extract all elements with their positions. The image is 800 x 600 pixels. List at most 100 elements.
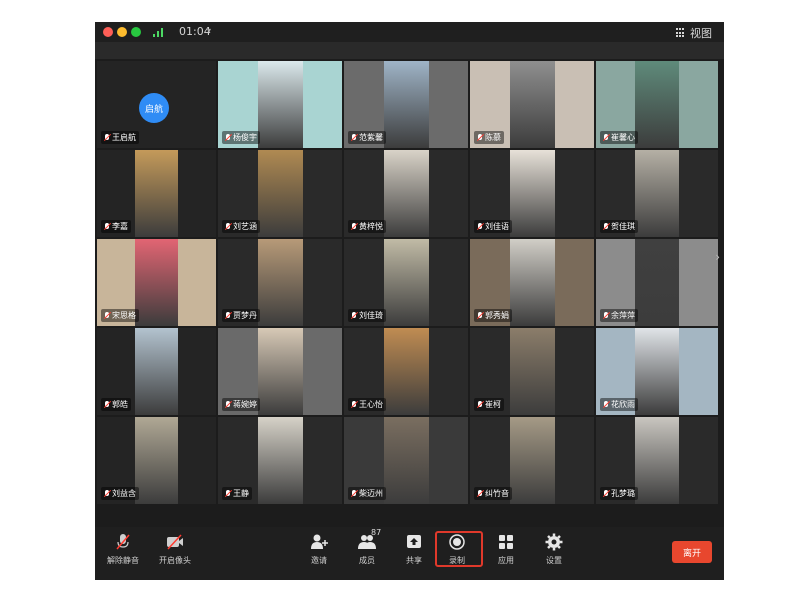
participant-name: 蒋婉婷 xyxy=(233,400,257,409)
muted-mic-icon xyxy=(225,133,231,142)
participant-tile[interactable]: 范紫馨 xyxy=(344,61,468,148)
participant-tile[interactable]: 启航 王启航 xyxy=(97,61,216,148)
meeting-timer[interactable]: 01:04 xyxy=(179,25,211,38)
participant-tile[interactable]: 余萍萍 xyxy=(596,239,718,326)
share-button[interactable]: 共享 xyxy=(404,532,424,566)
participant-tile[interactable]: 刘益含 xyxy=(97,417,216,504)
participant-name: 柴迈州 xyxy=(359,489,383,498)
leave-meeting-button[interactable]: 离开 xyxy=(672,541,712,563)
muted-mic-icon xyxy=(477,400,483,409)
record-button[interactable]: 录制 xyxy=(447,532,467,566)
participant-name-label: 范紫馨 xyxy=(348,131,386,144)
share-screen-icon xyxy=(404,532,424,552)
participant-tile[interactable]: 王静 xyxy=(218,417,342,504)
video-feed xyxy=(135,417,178,504)
participant-tile[interactable]: 刘佳琦 xyxy=(344,239,468,326)
muted-mic-icon xyxy=(104,311,110,320)
record-label: 录制 xyxy=(449,556,465,565)
participant-tile[interactable]: 崔馨心 xyxy=(596,61,718,148)
muted-mic-icon xyxy=(603,222,609,231)
chevron-down-icon[interactable]: ▾ xyxy=(207,26,211,35)
participant-name: 崔柯 xyxy=(485,400,501,409)
participant-tile[interactable]: 蒋婉婷 xyxy=(218,328,342,415)
participant-tile[interactable]: 贺佳琪 xyxy=(596,150,718,237)
muted-mic-icon xyxy=(351,133,357,142)
participant-name-label: 纠竹音 xyxy=(474,487,512,500)
participant-name: 范紫馨 xyxy=(359,133,383,142)
muted-mic-icon xyxy=(603,311,609,320)
participant-name-label: 郭皓 xyxy=(101,398,131,411)
video-feed xyxy=(510,417,555,504)
unmute-button[interactable]: 解除静音 xyxy=(107,532,139,566)
muted-mic-icon xyxy=(477,489,483,498)
grid-view-icon xyxy=(676,28,686,38)
minimize-window-button[interactable] xyxy=(117,27,127,37)
signal-strength-icon xyxy=(153,28,165,37)
participant-name: 陈慕 xyxy=(485,133,501,142)
participant-name: 贾梦丹 xyxy=(233,311,257,320)
participant-tile[interactable]: 崔柯 xyxy=(470,328,594,415)
video-feed xyxy=(258,61,303,148)
participant-name-label: 宋思格 xyxy=(101,309,139,322)
participant-name-label: 贺佳琪 xyxy=(600,220,638,233)
participant-name-label: 陈慕 xyxy=(474,131,504,144)
participant-tile[interactable]: 黄梓悦 xyxy=(344,150,468,237)
zoom-window-button[interactable] xyxy=(131,27,141,37)
settings-label: 设置 xyxy=(546,556,562,565)
participant-tile[interactable]: 纠竹音 xyxy=(470,417,594,504)
video-feed xyxy=(635,61,679,148)
participant-tile[interactable]: 郭皓 xyxy=(97,328,216,415)
participant-tile[interactable]: 孔梦璐 xyxy=(596,417,718,504)
participant-name: 王静 xyxy=(233,489,249,498)
video-grid: 启航 王启航 杨俊宇 范紫馨 陈慕 崔馨心 李嘉 刘艺涵 黄梓悦 刘佳语 贺佳琪 宋思格 贾梦丹 刘佳琦郭… xyxy=(95,59,724,519)
participant-tile[interactable]: 杨俊宇 xyxy=(218,61,342,148)
participant-name: 黄梓悦 xyxy=(359,222,383,231)
members-button[interactable]: 87 成员 xyxy=(357,528,381,566)
muted-mic-icon xyxy=(351,311,357,320)
participant-tile[interactable]: 王心怡 xyxy=(344,328,468,415)
participant-tile[interactable]: 刘佳语 xyxy=(470,150,594,237)
participant-name: 刘艺涵 xyxy=(233,222,257,231)
participant-name-label: 李嘉 xyxy=(101,220,131,233)
muted-mic-icon xyxy=(225,489,231,498)
apps-label: 应用 xyxy=(498,556,514,565)
muted-mic-icon xyxy=(104,222,110,231)
video-off-icon xyxy=(165,532,185,552)
participant-name-label: 贾梦丹 xyxy=(222,309,260,322)
video-feed xyxy=(510,150,555,237)
participant-tile[interactable]: 陈慕 xyxy=(470,61,594,148)
settings-button[interactable]: 设置 xyxy=(544,532,564,566)
apps-button[interactable]: 应用 xyxy=(496,532,516,566)
participant-tile[interactable]: 郭秀娟 xyxy=(470,239,594,326)
video-feed xyxy=(135,239,178,326)
view-button[interactable]: 视图 xyxy=(676,25,712,41)
video-feed xyxy=(258,239,303,326)
participant-tile[interactable]: 李嘉 xyxy=(97,150,216,237)
participant-tile[interactable]: 贾梦丹 xyxy=(218,239,342,326)
close-window-button[interactable] xyxy=(103,27,113,37)
muted-mic-icon xyxy=(351,222,357,231)
participant-name-label: 杨俊宇 xyxy=(222,131,260,144)
next-page-arrow-icon[interactable]: › xyxy=(715,250,720,264)
participant-tile[interactable]: 刘艺涵 xyxy=(218,150,342,237)
participant-tile[interactable]: 柴迈州 xyxy=(344,417,468,504)
participant-name-label: 郭秀娟 xyxy=(474,309,512,322)
start-video-button[interactable]: 开启像头 xyxy=(159,532,191,566)
invite-button[interactable]: 邀请 xyxy=(309,532,329,566)
participant-tile[interactable]: 花欣雨 xyxy=(596,328,718,415)
participant-name: 花欣雨 xyxy=(611,400,635,409)
participant-name: 王心怡 xyxy=(359,400,383,409)
participant-name-label: 王心怡 xyxy=(348,398,386,411)
participant-name-label: 王静 xyxy=(222,487,252,500)
video-feed xyxy=(384,61,429,148)
meeting-window: 01:04 ▾ 视图 启航 王启航 杨俊宇 范紫馨 陈慕 崔馨心李嘉 刘艺涵 黄梓悦 刘佳语 贺佳… xyxy=(95,22,724,580)
participant-name-label: 柴迈州 xyxy=(348,487,386,500)
muted-mic-icon xyxy=(104,133,110,142)
muted-mic-icon xyxy=(351,489,357,498)
muted-mic-icon xyxy=(351,400,357,409)
participant-name-label: 刘益含 xyxy=(101,487,139,500)
participant-tile[interactable]: 宋思格 xyxy=(97,239,216,326)
add-person-icon xyxy=(309,532,329,552)
video-feed xyxy=(258,328,303,415)
record-icon xyxy=(447,532,467,552)
